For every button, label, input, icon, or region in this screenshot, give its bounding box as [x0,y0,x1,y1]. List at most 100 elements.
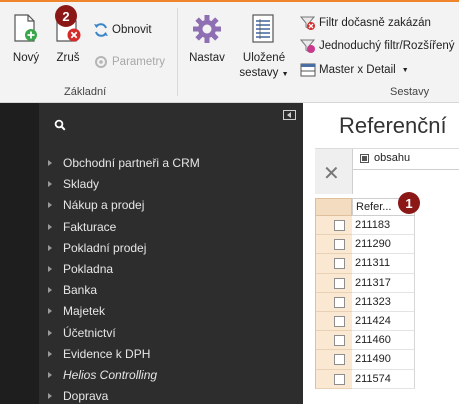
table-row[interactable]: 211424 [315,311,459,332]
expand-arrow-icon [48,371,52,378]
nav-item-pokladni-prodej[interactable]: Pokladní prodej [39,238,303,259]
saved-sets-label-line2: sestavy ▼ [239,67,289,79]
row-checkbox[interactable] [334,315,345,327]
new-button-label: Nový [12,52,40,64]
table-row[interactable]: 211574 [315,369,459,389]
simple-filter-button[interactable]: Jednoduchý filtr/Rozšířený [299,37,455,55]
refresh-button[interactable]: Obnovit [93,21,152,39]
expand-arrow-icon [48,350,52,357]
nav-item-ucetnictvi[interactable]: Účetnictví [39,323,303,344]
row-checkbox[interactable] [334,373,345,385]
data-grid: Refer... 211183 211290 211311 211317 211… [315,198,459,389]
row-checkbox[interactable] [334,220,345,231]
cell-reference: 211490 [352,350,415,370]
refresh-button-label: Obnovit [112,24,152,36]
nav-item-nakup-prodej[interactable]: Nákup a prodej [39,195,303,216]
group-label-sets: Sestavy [390,86,430,98]
settings-button[interactable]: Nastav [185,14,229,74]
filter-checkbox[interactable] [360,154,369,163]
cell-reference: 211460 [352,331,415,351]
navigation-panel: Obchodní partneři a CRM Sklady Nákup a p… [39,103,303,404]
row-checkbox[interactable] [334,258,345,270]
nav-list: Obchodní partneři a CRM Sklady Nákup a p… [39,153,303,407]
expand-arrow-icon [48,244,52,251]
expand-arrow-icon [48,308,52,315]
search-icon [54,119,66,131]
cell-reference: 211574 [352,369,415,389]
badge-2: 2 [55,5,77,27]
expand-arrow-icon [48,287,52,294]
badge-1: 1 [398,192,420,214]
cell-reference: 211424 [352,311,415,332]
nav-item-banka[interactable]: Banka [39,280,303,301]
nav-search[interactable] [39,103,303,147]
delete-button-label: Zruš [56,52,80,64]
cell-reference: 211323 [352,292,415,312]
chevron-down-icon: ▼ [281,71,289,78]
nav-item-fakturace[interactable]: Fakturace [39,217,303,238]
content-area: Referenční ✕ obsahu Refer... 211183 2112… [303,103,459,404]
table-row[interactable]: 211317 [315,273,459,293]
saved-sets-label-line1: Uložené [242,52,286,64]
nav-item-majetek[interactable]: Majetek [39,301,303,322]
expand-arrow-icon [48,223,52,230]
expand-arrow-icon [48,329,52,336]
clear-filter-icon[interactable]: ✕ [323,161,340,186]
parameters-button[interactable]: Parametry [93,53,165,71]
expand-arrow-icon [48,202,52,209]
expand-arrow-icon [48,265,52,272]
collapse-panel-icon[interactable] [283,110,296,120]
left-dark-strip [0,103,39,404]
row-checkbox[interactable] [334,277,345,289]
expand-arrow-icon [48,393,52,400]
filter-icon [299,38,316,54]
table-row[interactable]: 211490 [315,350,459,370]
nav-item-evidence-dph[interactable]: Evidence k DPH [39,344,303,365]
master-detail-label: Master x Detail [319,64,396,76]
refresh-icon [93,22,109,38]
new-button[interactable]: Nový [8,14,44,74]
nav-item-sklady[interactable]: Sklady [39,174,303,195]
simple-filter-label: Jednoduchý filtr/Rozšířený [319,40,455,52]
nav-item-crm[interactable]: Obchodní partneři a CRM [39,153,303,174]
filter-temp-disabled-button[interactable]: Filtr dočasně zakázán [299,14,431,32]
nav-item-pokladna[interactable]: Pokladna [39,259,303,280]
filter-box[interactable]: obsahu [352,149,459,194]
row-checkbox[interactable] [334,239,345,251]
filter-text: obsahu [374,152,411,164]
grid-header: Refer... [315,198,459,216]
page-title: Referenční [339,113,447,138]
new-document-icon [14,14,37,42]
row-checkbox[interactable] [334,335,345,347]
filter-temp-disabled-label: Filtr dočasně zakázán [319,17,431,29]
parameters-icon [93,54,109,70]
gear-icon [193,15,221,43]
filter-disabled-icon [299,15,316,31]
filter-area: ✕ obsahu [315,148,459,194]
settings-button-label: Nastav [189,52,225,64]
saved-sets-icon [252,14,274,43]
table-row[interactable]: 211290 [315,235,459,255]
table-row[interactable]: 211460 [315,331,459,351]
expand-arrow-icon [48,160,52,166]
cell-reference: 211183 [352,216,415,236]
row-checkbox[interactable] [334,354,345,366]
cell-reference: 211311 [352,254,415,274]
parameters-button-label: Parametry [112,56,166,68]
row-checkbox[interactable] [334,296,345,308]
table-row[interactable]: 211183 [315,216,459,236]
group-label-basic: Základní [64,86,107,98]
master-detail-button[interactable]: Master x Detail ▼ [300,61,409,79]
chevron-down-icon: ▼ [401,66,409,74]
group-separator [177,8,178,96]
master-detail-icon [300,62,316,78]
table-row[interactable]: 211323 [315,292,459,312]
table-row[interactable]: 211311 [315,254,459,274]
cell-reference: 211317 [352,273,415,293]
select-column-header[interactable] [315,198,352,216]
nav-item-helios-controlling[interactable]: Helios Controlling [39,365,303,386]
cell-reference: 211290 [352,235,415,255]
filter-divider [353,169,459,170]
saved-sets-button[interactable]: Uložené sestavy ▼ [238,14,290,80]
expand-arrow-icon [48,181,52,188]
